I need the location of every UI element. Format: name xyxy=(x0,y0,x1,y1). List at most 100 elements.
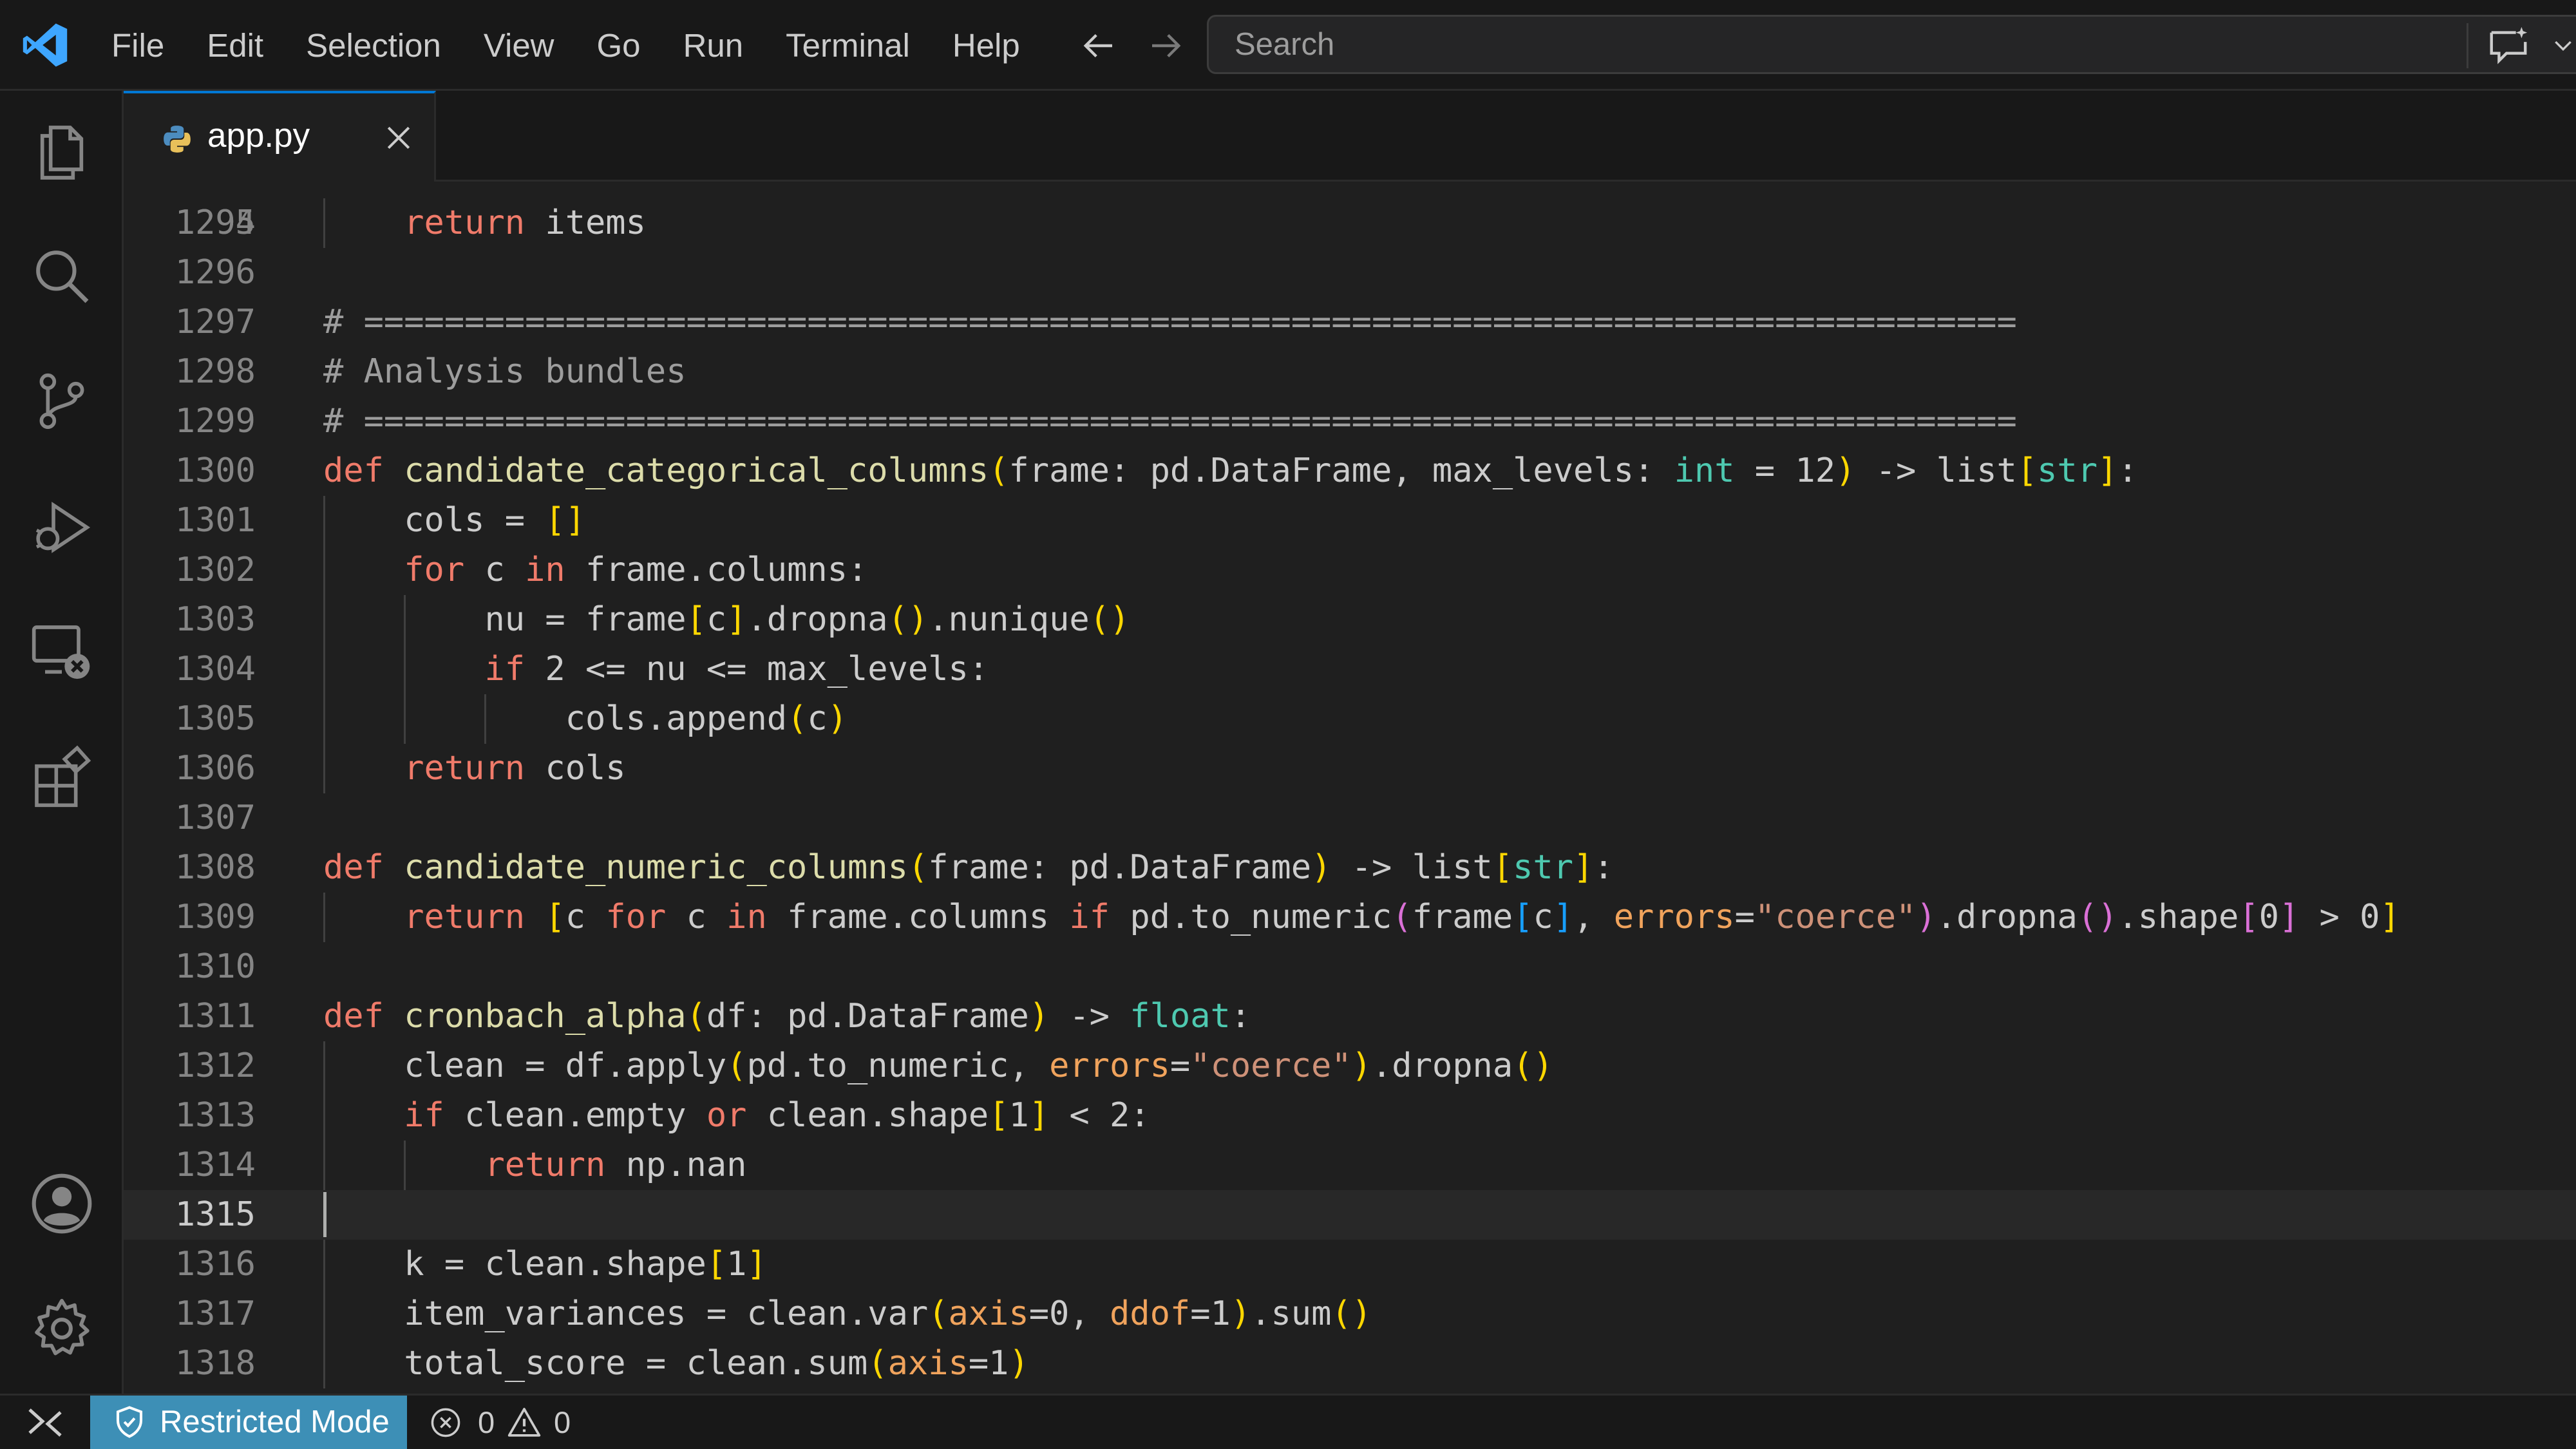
tab-app-py[interactable]: app.py xyxy=(124,91,436,182)
code-line[interactable]: 1300 def candidate_categorical_columns(fr… xyxy=(124,446,2576,496)
title-separator xyxy=(2467,23,2468,68)
source-control-icon[interactable] xyxy=(28,368,95,435)
line-number[interactable]: 1306 xyxy=(124,744,256,793)
line-number[interactable]: 1307 xyxy=(124,793,256,843)
line-number[interactable]: 1303 xyxy=(124,595,256,645)
code-text: for c in frame.columns: xyxy=(404,551,868,589)
menu-view[interactable]: View xyxy=(462,0,576,91)
code-line-partial: 1294 xyxy=(124,182,2576,242)
search-placeholder: Search xyxy=(1235,27,1335,62)
menu-run[interactable]: Run xyxy=(662,0,765,91)
code-line[interactable]: 1305 cols.append(c) xyxy=(124,694,2576,744)
code-text: k = clean.shape[1] xyxy=(323,1245,767,1283)
line-number[interactable]: 1313 xyxy=(124,1091,256,1141)
code-line[interactable]: 1299 # ==================================… xyxy=(124,397,2576,446)
line-number[interactable]: 1297 xyxy=(124,298,256,347)
code-line[interactable]: 1303 nu = frame[c].dropna().nunique() xyxy=(124,595,2576,645)
settings-gear-icon[interactable] xyxy=(28,1295,95,1362)
activity-bar xyxy=(0,91,124,1394)
code-line[interactable]: 1315 xyxy=(124,1190,2576,1240)
code-line[interactable]: 1304 if 2 <= nu <= max_levels: xyxy=(124,645,2576,694)
warning-count: 0 xyxy=(554,1405,571,1439)
code-line[interactable]: 1309 return [c for c in frame.columns if… xyxy=(124,893,2576,942)
code-text: nu = frame[c].dropna().nunique() xyxy=(323,600,1130,639)
code-text: return np.nan xyxy=(484,1146,747,1184)
code-line[interactable]: 1301 cols = [] xyxy=(124,496,2576,545)
code-text: cols = [] xyxy=(323,501,585,540)
explorer-icon[interactable] xyxy=(28,119,95,186)
arrow-left-icon[interactable] xyxy=(1077,24,1119,67)
code-line[interactable]: 1317 item_variances = clean.var(axis=0, … xyxy=(124,1289,2576,1339)
menu-edit[interactable]: Edit xyxy=(185,0,285,91)
run-debug-icon[interactable] xyxy=(28,494,95,561)
line-number[interactable]: 1301 xyxy=(124,496,256,545)
code-line[interactable]: 1307 xyxy=(124,793,2576,843)
code-text: cols.append(c) xyxy=(323,699,848,738)
code-text: # ======================================… xyxy=(323,303,2017,341)
code-line[interactable]: 1306 return cols xyxy=(124,744,2576,793)
code-line[interactable]: 1295 return items xyxy=(124,198,2576,248)
line-number[interactable]: 1296 xyxy=(124,248,256,298)
line-number[interactable]: 1299 xyxy=(124,397,256,446)
code-text: if clean.empty or clean.shape[1] < 2: xyxy=(404,1096,1150,1135)
code-line[interactable]: 1308 def candidate_numeric_columns(frame:… xyxy=(124,843,2576,893)
search-icon[interactable] xyxy=(28,243,95,310)
menu-selection[interactable]: Selection xyxy=(285,0,462,91)
line-number[interactable]: 1317 xyxy=(124,1289,256,1339)
arrow-right-icon[interactable] xyxy=(1145,24,1188,67)
tab-label: app.py xyxy=(207,117,310,155)
chat-icon[interactable] xyxy=(2486,23,2531,68)
line-number[interactable]: 1298 xyxy=(124,347,256,397)
line-number[interactable]: 1318 xyxy=(124,1339,256,1388)
menu-go[interactable]: Go xyxy=(576,0,662,91)
account-icon[interactable] xyxy=(28,1170,95,1237)
line-number[interactable]: 1311 xyxy=(124,992,256,1041)
code-line[interactable]: 1310 xyxy=(124,942,2576,992)
command-center-search[interactable]: Search xyxy=(1207,15,2576,74)
code-line[interactable]: 1316 k = clean.shape[1] xyxy=(124,1240,2576,1289)
remote-explorer-icon[interactable] xyxy=(28,619,95,686)
restricted-mode-indicator[interactable]: Restricted Mode xyxy=(90,1396,407,1449)
line-number[interactable]: 1316 xyxy=(124,1240,256,1289)
menu-help[interactable]: Help xyxy=(931,0,1041,91)
vscode-logo-icon[interactable] xyxy=(21,21,70,70)
code-text: clean = df.apply(pd.to_numeric, errors="… xyxy=(323,1046,1553,1085)
restricted-mode-label: Restricted Mode xyxy=(160,1405,390,1439)
line-number[interactable]: 1315 xyxy=(124,1190,256,1240)
text-cursor xyxy=(323,1192,327,1237)
line-number[interactable]: 1308 xyxy=(124,843,256,893)
code-text: def candidate_categorical_columns(frame:… xyxy=(323,451,2138,490)
line-number[interactable]: 1300 xyxy=(124,446,256,496)
code-text: # Analysis bundles xyxy=(323,352,687,391)
line-number[interactable]: 1312 xyxy=(124,1041,256,1091)
code-line[interactable]: 1314 return np.nan xyxy=(124,1141,2576,1190)
code-text: total_score = clean.sum(axis=1) xyxy=(323,1344,1029,1383)
menu-file[interactable]: File xyxy=(95,0,185,91)
line-number[interactable]: 1304 xyxy=(124,645,256,694)
line-number[interactable]: 1310 xyxy=(124,942,256,992)
warning-icon xyxy=(507,1408,541,1437)
code-line[interactable]: 1297 # ==================================… xyxy=(124,298,2576,347)
close-icon[interactable] xyxy=(381,120,416,155)
code-line[interactable]: 1296 xyxy=(124,248,2576,298)
code-text: return cols xyxy=(404,749,626,788)
extensions-icon[interactable] xyxy=(28,744,95,811)
code-line[interactable]: 1298 # Analysis bundles xyxy=(124,347,2576,397)
line-number[interactable]: 1305 xyxy=(124,694,256,744)
line-number[interactable]: 1309 xyxy=(124,893,256,942)
menu-terminal[interactable]: Terminal xyxy=(764,0,931,91)
code-line[interactable]: 1313 if clean.empty or clean.shape[1] < … xyxy=(124,1091,2576,1141)
code-line[interactable]: 1318 total_score = clean.sum(axis=1) xyxy=(124,1339,2576,1388)
chevron-down-icon[interactable] xyxy=(2550,32,2576,58)
code-editor[interactable]: 1294 1295 return items 1296 1297 # ========… xyxy=(124,182,2576,1394)
shield-icon xyxy=(116,1406,143,1438)
line-number[interactable]: 1295 xyxy=(124,198,256,248)
code-text: # ======================================… xyxy=(323,402,2017,440)
status-bar: Restricted Mode 0 0 xyxy=(0,1394,2576,1449)
code-line[interactable]: 1311 def cronbach_alpha(df: pd.DataFrame)… xyxy=(124,992,2576,1041)
remote-indicator-icon[interactable] xyxy=(0,1396,90,1449)
code-line[interactable]: 1302 for c in frame.columns: xyxy=(124,545,2576,595)
line-number[interactable]: 1314 xyxy=(124,1141,256,1190)
code-line[interactable]: 1312 clean = df.apply(pd.to_numeric, err… xyxy=(124,1041,2576,1091)
line-number[interactable]: 1302 xyxy=(124,545,256,595)
